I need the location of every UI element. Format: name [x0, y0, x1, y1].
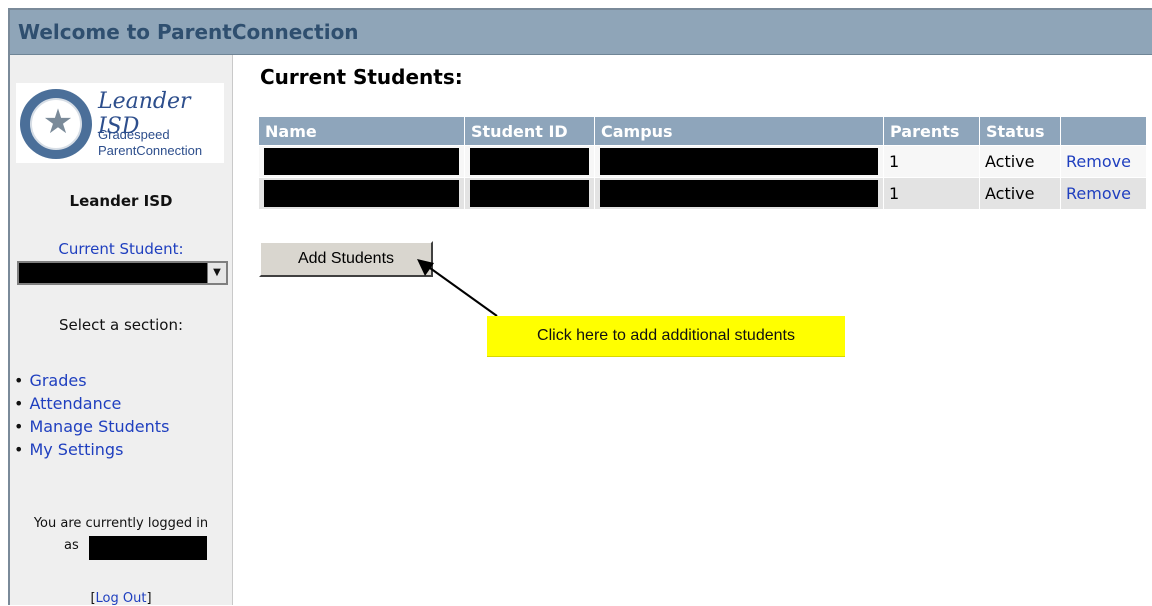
dropdown-arrow-icon[interactable]: ▼ [207, 263, 226, 283]
nav-item-attendance[interactable]: • Attendance [14, 392, 169, 415]
nav-item-label[interactable]: Attendance [29, 394, 121, 413]
column-header-student-id: Student ID [465, 117, 595, 145]
top-strip [0, 0, 1152, 8]
redacted-username [89, 536, 207, 560]
table-row: 1 Active Remove [259, 177, 1147, 209]
cell-student-id-redacted [465, 177, 595, 209]
page-header: Welcome to ParentConnection [10, 10, 1152, 55]
add-students-button[interactable]: Add Students [259, 241, 433, 277]
district-seal-icon: ★ [20, 89, 92, 159]
logged-in-text: You are currently logged in [33, 516, 209, 531]
current-students-title: Current Students: [260, 65, 463, 89]
cell-parents: 1 [884, 177, 980, 209]
nav-item-grades[interactable]: • Grades [14, 369, 169, 392]
nav-item-label[interactable]: Grades [29, 371, 86, 390]
cell-status: Active [980, 177, 1061, 209]
cell-student-id-redacted [465, 145, 595, 177]
logout-container: [Log Out] [10, 591, 232, 606]
table-header-row: Name Student ID Campus Parents Status [259, 117, 1147, 145]
logout-bracket-close: ] [146, 591, 152, 606]
bullet-icon: • [14, 371, 24, 390]
nav-item-label[interactable]: Manage Students [29, 417, 169, 436]
column-header-status: Status [980, 117, 1061, 145]
logo-subtitle-parentconnection: ParentConnection [98, 143, 203, 158]
cell-parents: 1 [884, 145, 980, 177]
callout-tooltip: Click here to add additional students [487, 316, 845, 357]
cell-status: Active [980, 145, 1061, 177]
star-icon: ★ [42, 102, 74, 142]
logged-in-user: as [10, 536, 232, 560]
remove-link[interactable]: Remove [1066, 152, 1131, 171]
sidebar: ★ Leander ISD Gradespeed ParentConnectio… [10, 55, 233, 606]
select-section-label: Select a section: [58, 316, 184, 334]
cell-campus-redacted [595, 145, 884, 177]
logo-subtitle-gradespeed: Gradespeed [98, 127, 170, 142]
current-student-select[interactable]: ▼ [17, 261, 228, 285]
column-header-action [1061, 117, 1147, 145]
column-header-name: Name [259, 117, 465, 145]
logged-in-as-label: as [64, 538, 79, 553]
remove-link[interactable]: Remove [1066, 184, 1131, 203]
cell-action: Remove [1061, 177, 1147, 209]
nav-item-manage-students[interactable]: • Manage Students [14, 415, 169, 438]
column-header-parents: Parents [884, 117, 980, 145]
nav-item-label[interactable]: My Settings [29, 440, 123, 459]
bullet-icon: • [14, 394, 24, 413]
page-header-title: Welcome to ParentConnection [18, 20, 359, 44]
column-header-campus: Campus [595, 117, 884, 145]
bullet-icon: • [14, 417, 24, 436]
cell-name-redacted [259, 145, 465, 177]
district-logo: ★ Leander ISD Gradespeed ParentConnectio… [16, 83, 224, 163]
cell-name-redacted [259, 177, 465, 209]
current-student-label: Current Student: [58, 240, 184, 258]
logout-link[interactable]: Log Out [96, 591, 147, 606]
district-name: Leander ISD [69, 192, 173, 210]
cell-action: Remove [1061, 145, 1147, 177]
students-table: Name Student ID Campus Parents Status 1 … [259, 117, 1147, 209]
cell-campus-redacted [595, 177, 884, 209]
nav-item-my-settings[interactable]: • My Settings [14, 438, 169, 461]
table-row: 1 Active Remove [259, 145, 1147, 177]
pointer-arrow-line [429, 267, 498, 317]
bullet-icon: • [14, 440, 24, 459]
section-nav: • Grades • Attendance • Manage Students • My… [14, 369, 169, 461]
